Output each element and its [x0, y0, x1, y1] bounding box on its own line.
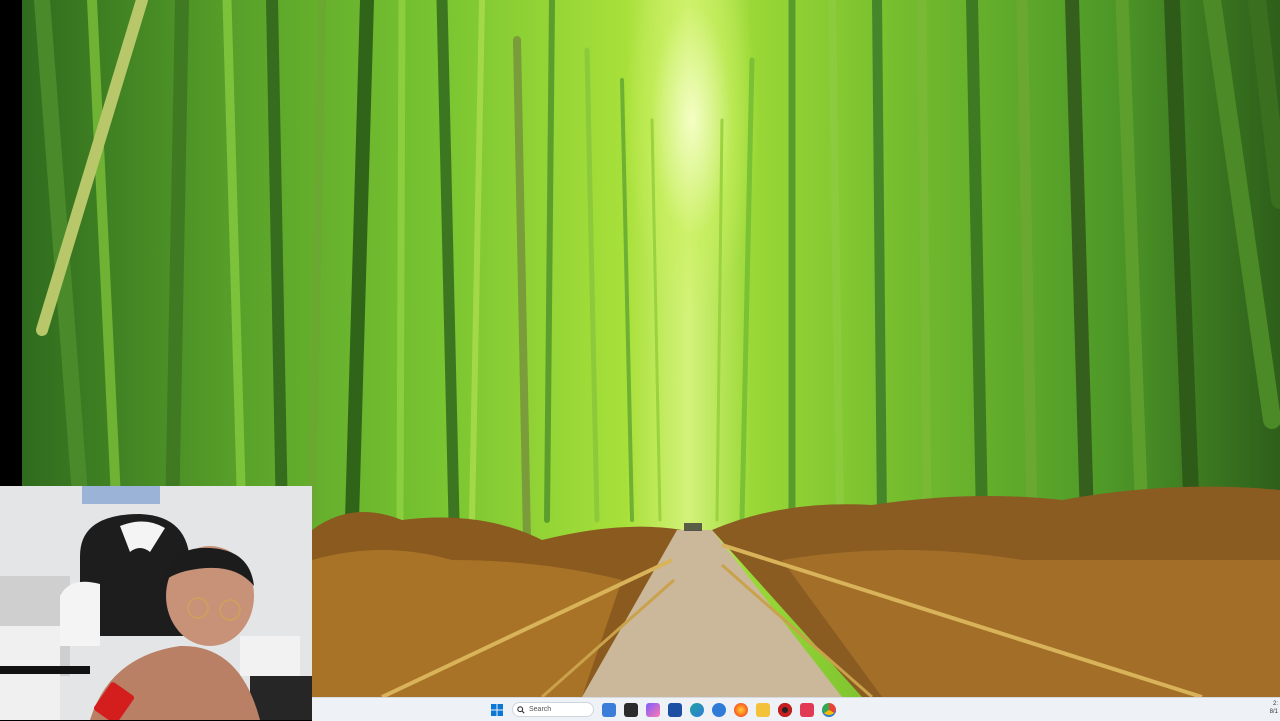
tray-date: 8/1 [1269, 709, 1278, 715]
tray-time: 2: [1272, 701, 1278, 707]
windows-logo-icon [491, 703, 503, 716]
taskbar: Search 2: 8/1 [312, 697, 1280, 721]
app-icon[interactable] [712, 702, 726, 717]
file-explorer-icon[interactable] [756, 702, 770, 717]
chrome-icon[interactable] [822, 702, 836, 717]
task-view-icon[interactable] [624, 702, 638, 717]
search-label: Search [529, 706, 552, 713]
start-button[interactable] [490, 703, 504, 717]
system-tray-clock[interactable]: 2: 8/1 [1270, 700, 1278, 716]
edge-browser-icon[interactable] [690, 702, 704, 717]
app-pink-icon[interactable] [800, 702, 814, 717]
widgets-icon[interactable] [602, 702, 616, 717]
search-icon [517, 705, 525, 714]
taskbar-search-box[interactable]: Search [512, 702, 594, 717]
app-red-icon[interactable] [778, 702, 792, 717]
webcam-video-image [0, 486, 312, 720]
calendar-app-icon[interactable] [668, 702, 682, 717]
webcam-overlay [0, 486, 312, 720]
copilot-icon[interactable] [646, 702, 660, 717]
firefox-icon[interactable] [734, 702, 748, 717]
